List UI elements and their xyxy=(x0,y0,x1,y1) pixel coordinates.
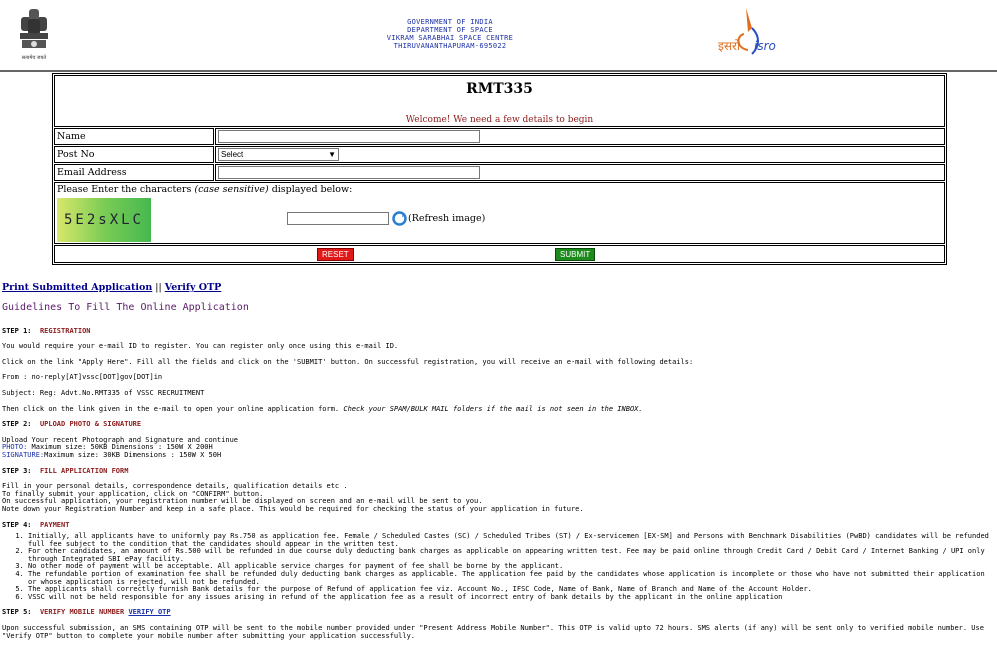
guidelines-title: Guidelines To Fill The Online Applicatio… xyxy=(2,302,249,313)
name-input[interactable] xyxy=(218,130,480,143)
welcome-message: Welcome! We need a few details to begin xyxy=(405,115,594,125)
step-4-heading: STEP 4: PAYMENT xyxy=(2,520,997,530)
header-title: GOVERNMENT OF INDIA DEPARTMENT OF SPACE … xyxy=(350,18,550,50)
actions-cell: RESET SUBMIT xyxy=(54,245,945,263)
step-5-heading: STEP 5: VERIFY MOBILE NUMBER VERIFY OTP xyxy=(2,609,997,617)
name-cell xyxy=(215,128,945,145)
captcha-image: 5E2sXLC xyxy=(57,198,151,242)
post-label: Post No xyxy=(54,146,214,163)
registration-form: RMT335 Welcome! We need a few details to… xyxy=(52,73,947,265)
print-application-link[interactable]: Print Submitted Application xyxy=(2,282,152,293)
name-label: Name xyxy=(54,128,214,145)
step-3-heading: STEP 3: FILL APPLICATION FORM xyxy=(2,466,997,476)
email-input[interactable] xyxy=(218,166,480,179)
step-2-num: STEP 2: xyxy=(2,420,32,429)
step-1-para-5: Then click on the link given in the e-ma… xyxy=(2,404,997,414)
header-line-1: GOVERNMENT OF INDIA xyxy=(407,18,493,26)
header-divider xyxy=(0,70,997,72)
step-3-para-4: Note down your Registration Number and k… xyxy=(2,504,584,513)
step-5-title: VERIFY MOBILE NUMBER xyxy=(39,608,125,617)
step-1-para-5-em: Check your SPAM/BULK MAIL folders if the… xyxy=(343,404,643,413)
form-header-cell: RMT335 Welcome! We need a few details to… xyxy=(54,75,945,127)
guidelines-section: Guidelines To Fill The Online Applicatio… xyxy=(2,302,997,648)
national-emblem-icon: सत्यमेव जयते xyxy=(14,7,54,63)
step-4-title: PAYMENT xyxy=(39,520,70,529)
page-header: सत्यमेव जयते GOVERNMENT OF INDIA DEPARTM… xyxy=(0,0,997,68)
email-label: Email Address xyxy=(54,164,214,181)
step-1-para-1: You would require your e-mail ID to regi… xyxy=(2,342,399,351)
header-line-4: THIRUVANANTHAPURAM-695022 xyxy=(393,42,507,50)
captcha-input[interactable] xyxy=(287,212,389,225)
step-1-para-2: Click on the link "Apply Here". Fill all… xyxy=(2,357,694,366)
step-2-title: UPLOAD PHOTO & SIGNATURE xyxy=(39,420,142,429)
payment-list: Initially, all applicants have to unifor… xyxy=(2,532,997,602)
captcha-prompt: Please Enter the characters (case sensit… xyxy=(57,184,942,195)
verify-otp-link[interactable]: Verify OTP xyxy=(165,282,222,293)
step-5-para-1: Upon successful submission, an SMS conta… xyxy=(2,624,984,640)
post-select[interactable]: Select ▼ xyxy=(218,148,339,161)
email-cell xyxy=(215,164,945,181)
captcha-cell: Please Enter the characters (case sensit… xyxy=(54,182,945,244)
captcha-prompt-text: Please Enter the characters xyxy=(57,184,195,195)
isro-logo-icon: इसरो isro xyxy=(716,6,786,62)
links-separator: || xyxy=(152,282,165,293)
step-1-para-5-text: Then click on the link given in the e-ma… xyxy=(2,404,344,413)
form-title: RMT335 xyxy=(466,81,533,97)
reset-button[interactable]: RESET xyxy=(317,248,354,261)
step-1-para-4: Subject: Reg: Advt.No.RMT335 of VSSC REC… xyxy=(2,388,205,397)
header-line-2: DEPARTMENT OF SPACE xyxy=(407,26,493,34)
step-5-num: STEP 5: xyxy=(2,608,32,617)
step-2-signature: SIGNATURE:Maximum size: 30KB Dimensions … xyxy=(2,450,997,460)
chevron-down-icon: ▼ xyxy=(328,150,336,159)
step-1-para-3: From : no-reply[AT]vssc[DOT]gov[DOT]in xyxy=(2,373,163,382)
header-line-3: VIKRAM SARABHAI SPACE CENTRE xyxy=(386,34,514,42)
svg-text:सत्यमेव जयते: सत्यमेव जयते xyxy=(22,54,47,61)
action-links: Print Submitted Application || Verify OT… xyxy=(2,282,221,293)
submit-button[interactable]: SUBMIT xyxy=(555,248,596,261)
step-4-num: STEP 4: xyxy=(2,520,32,529)
list-item: For other candidates, an amount of Rs.50… xyxy=(28,547,997,563)
list-item: The refundable portion of examination fe… xyxy=(28,570,997,586)
svg-text:इसरो: इसरो xyxy=(718,39,741,53)
step-1-heading: STEP 1: REGISTRATION xyxy=(2,326,997,336)
captcha-prompt-tail: displayed below: xyxy=(268,184,353,195)
list-item: Initially, all applicants have to unifor… xyxy=(28,532,997,548)
svg-text:isro: isro xyxy=(754,39,776,53)
list-item: VSSC will not be held responsible for an… xyxy=(28,593,997,602)
step-3-num: STEP 3: xyxy=(2,466,32,475)
signature-label: SIGNATURE: xyxy=(2,450,45,459)
captcha-prompt-em: (case sensitive) xyxy=(194,184,269,195)
step-3-title: FILL APPLICATION FORM xyxy=(39,466,129,475)
refresh-image-link[interactable]: (Refresh image) xyxy=(408,213,485,224)
post-selected-value: Select xyxy=(221,150,244,159)
step-1-num: STEP 1: xyxy=(2,326,32,335)
refresh-icon[interactable] xyxy=(391,210,408,227)
post-cell: Select ▼ xyxy=(215,146,945,163)
step-1-title: REGISTRATION xyxy=(39,326,91,335)
step-2-heading: STEP 2: UPLOAD PHOTO & SIGNATURE xyxy=(2,420,997,429)
step-5-verify-otp-link[interactable]: VERIFY OTP xyxy=(128,608,170,617)
signature-spec: Maximum size: 30KB Dimensions : 150W X 5… xyxy=(44,450,222,459)
